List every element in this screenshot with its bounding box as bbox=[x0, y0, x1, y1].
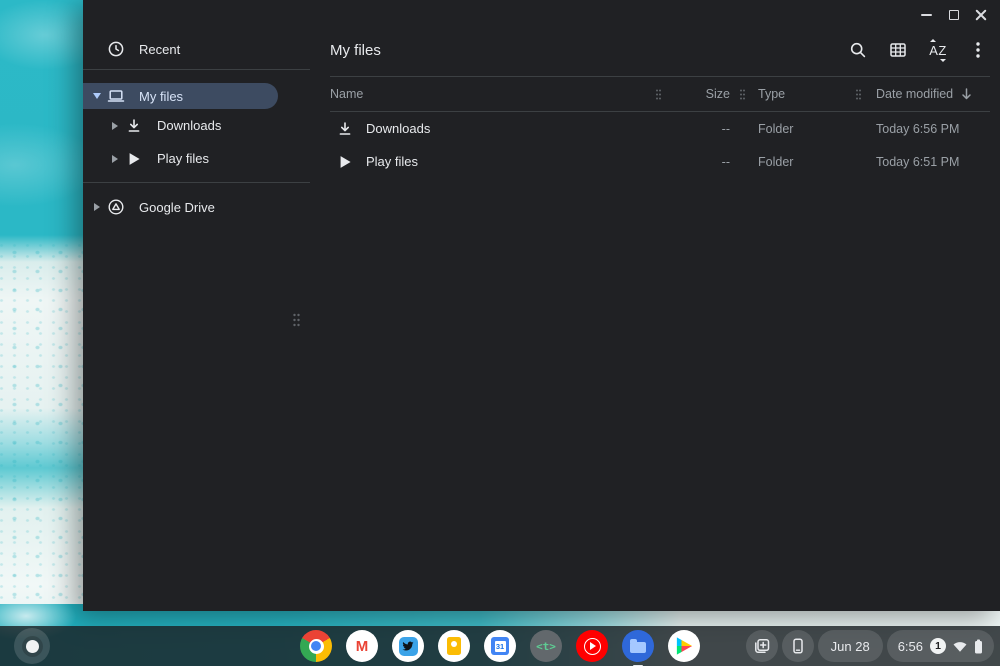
file-date-modified: Today 6:56 PM bbox=[870, 122, 990, 136]
laptop-icon bbox=[107, 87, 125, 105]
shelf-apps: M 31 <t> bbox=[300, 630, 700, 662]
launcher-button[interactable] bbox=[14, 628, 50, 664]
main-panel: My files AZ bbox=[310, 30, 1000, 611]
search-icon bbox=[849, 41, 867, 59]
gmail-logo-letter: M bbox=[356, 638, 369, 655]
file-type: Folder bbox=[754, 122, 846, 136]
calendar-date-button[interactable]: Jun 28 bbox=[818, 630, 883, 662]
minimize-icon bbox=[921, 14, 932, 16]
sidebar-item-play-files[interactable]: Play files bbox=[83, 142, 310, 175]
grid-view-button[interactable] bbox=[880, 32, 916, 68]
chevron-right-icon[interactable] bbox=[107, 155, 123, 163]
battery-icon bbox=[974, 639, 983, 654]
window-titlebar bbox=[83, 0, 1000, 30]
files-app-window: Recent My files Downloads bbox=[83, 0, 1000, 611]
sidebar-item-label: Play files bbox=[157, 151, 209, 166]
kebab-menu-icon bbox=[976, 42, 980, 58]
status-area: Jun 28 6:56 1 bbox=[746, 630, 994, 662]
file-row-downloads[interactable]: Downloads -- Folder Today 6:56 PM bbox=[330, 112, 990, 145]
screen-capture-button[interactable] bbox=[746, 630, 778, 662]
desk-add-icon bbox=[753, 637, 771, 655]
chevron-right-icon[interactable] bbox=[107, 122, 123, 130]
play-store-triangle-icon bbox=[676, 637, 693, 655]
file-name: Play files bbox=[366, 154, 418, 169]
folder-icon bbox=[630, 642, 646, 653]
file-row-play-files[interactable]: Play files -- Folder Today 6:51 PM bbox=[330, 145, 990, 178]
maximize-button[interactable] bbox=[940, 2, 967, 28]
column-resize-handle[interactable] bbox=[653, 89, 663, 100]
chevron-right-icon[interactable] bbox=[89, 203, 105, 211]
date-label: Jun 28 bbox=[831, 639, 870, 654]
sidebar-item-label: Google Drive bbox=[139, 200, 215, 215]
chrome-app-icon[interactable] bbox=[300, 630, 332, 662]
text-app-glyph: <t> bbox=[536, 640, 556, 653]
sidebar-divider bbox=[83, 182, 310, 183]
file-size: -- bbox=[670, 122, 730, 136]
column-header-size[interactable]: Size bbox=[670, 87, 730, 101]
play-icon bbox=[336, 153, 354, 171]
play-icon bbox=[125, 150, 143, 168]
sidebar-resize-handle[interactable] bbox=[289, 311, 303, 329]
wifi-icon bbox=[953, 641, 967, 652]
gmail-app-icon[interactable]: M bbox=[346, 630, 378, 662]
table-header: Name Size Type bbox=[330, 76, 990, 112]
file-list: Name Size Type bbox=[310, 70, 1000, 178]
maximize-icon bbox=[949, 10, 959, 20]
close-button[interactable] bbox=[967, 2, 994, 28]
more-options-button[interactable] bbox=[960, 32, 996, 68]
keep-note-icon bbox=[447, 637, 461, 655]
sidebar-item-label: Recent bbox=[139, 42, 180, 57]
file-type: Folder bbox=[754, 155, 846, 169]
column-header-date-modified[interactable]: Date modified bbox=[870, 87, 990, 101]
desktop: Recent My files Downloads bbox=[0, 0, 1000, 666]
calendar-app-icon[interactable]: 31 bbox=[484, 630, 516, 662]
column-resize-handle[interactable] bbox=[737, 89, 747, 100]
youtube-music-app-icon[interactable] bbox=[576, 630, 608, 662]
notification-badge: 1 bbox=[930, 638, 946, 654]
calendar-icon: 31 bbox=[491, 637, 509, 655]
sidebar-divider bbox=[83, 69, 310, 70]
file-date-modified: Today 6:51 PM bbox=[870, 155, 990, 169]
minimize-button[interactable] bbox=[913, 2, 940, 28]
chevron-down-icon[interactable] bbox=[89, 93, 105, 99]
column-header-type[interactable]: Type bbox=[754, 87, 846, 101]
download-icon bbox=[336, 120, 354, 138]
sidebar: Recent My files Downloads bbox=[83, 30, 310, 611]
system-tray-button[interactable]: 6:56 1 bbox=[887, 630, 994, 662]
phone-icon bbox=[789, 637, 807, 655]
shelf: M 31 <t> bbox=[0, 626, 1000, 666]
sidebar-item-google-drive[interactable]: Google Drive bbox=[83, 189, 310, 225]
twitter-app-icon[interactable] bbox=[392, 630, 424, 662]
launcher-icon bbox=[26, 640, 39, 653]
twitter-bird-icon bbox=[399, 637, 418, 656]
time-label: 6:56 bbox=[898, 639, 923, 654]
sort-descending-arrow-icon bbox=[961, 88, 972, 100]
sidebar-item-downloads[interactable]: Downloads bbox=[83, 109, 310, 142]
toolbar: My files AZ bbox=[310, 30, 1000, 70]
play-circle-icon bbox=[584, 638, 601, 655]
file-name: Downloads bbox=[366, 121, 430, 136]
sidebar-item-label: Downloads bbox=[157, 118, 221, 133]
sort-az-icon: AZ bbox=[929, 43, 947, 58]
clock-icon bbox=[107, 40, 125, 58]
sidebar-item-label: My files bbox=[139, 89, 183, 104]
file-size: -- bbox=[670, 155, 730, 169]
sort-button[interactable]: AZ bbox=[920, 32, 956, 68]
drive-icon bbox=[107, 198, 125, 216]
search-button[interactable] bbox=[840, 32, 876, 68]
calendar-day-number: 31 bbox=[495, 641, 506, 652]
column-header-name[interactable]: Name bbox=[330, 87, 646, 101]
sidebar-item-recent[interactable]: Recent bbox=[83, 30, 310, 68]
page-title: My files bbox=[330, 42, 836, 59]
download-icon bbox=[125, 117, 143, 135]
phone-hub-button[interactable] bbox=[782, 630, 814, 662]
files-app-icon[interactable] bbox=[622, 630, 654, 662]
sidebar-item-my-files[interactable]: My files bbox=[83, 83, 278, 109]
grid-view-icon bbox=[889, 41, 907, 59]
keep-app-icon[interactable] bbox=[438, 630, 470, 662]
close-icon bbox=[975, 9, 987, 21]
column-resize-handle[interactable] bbox=[853, 89, 863, 100]
text-app-icon[interactable]: <t> bbox=[530, 630, 562, 662]
play-store-app-icon[interactable] bbox=[668, 630, 700, 662]
